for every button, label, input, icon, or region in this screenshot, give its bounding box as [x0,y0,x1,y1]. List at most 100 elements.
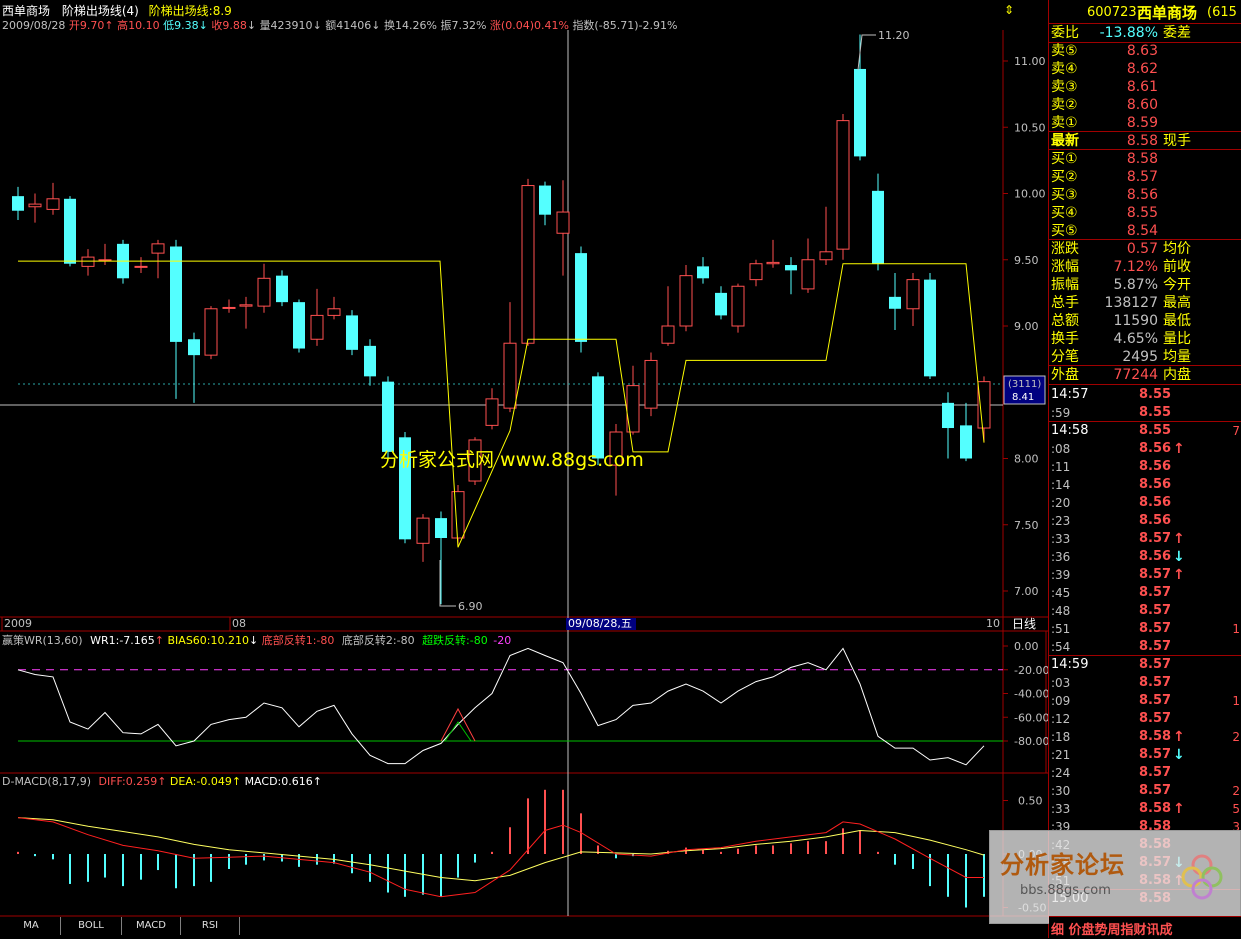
candle-body-10 [188,339,200,356]
max-leader [857,34,876,71]
panel-bottom-tab-labels[interactable]: 细 价盘势周指财讯成 [1051,919,1173,938]
macd-title: D-MACD(8,17,9) [2,775,91,788]
tick-volume: 1 [1232,694,1240,708]
tick-price: 8.57 [1139,675,1172,690]
stat-row-2-label: 振幅 [1051,277,1079,293]
candle-body-11 [204,308,218,356]
waipan-value: 77244 [1113,367,1158,383]
waipan-row: 外盘 77244 内盘 [1049,366,1241,384]
tick-row: :33 8.58 ↑ 5 [1049,800,1241,818]
candle-body-38 [679,275,693,327]
candle-body-36 [644,359,658,409]
period-label[interactable]: 日线 [1012,617,1036,631]
main-y-tick-2: 10.00 [1014,188,1046,201]
panel-name: 西单商场 [1137,4,1198,22]
sell-level-3: 卖③ 8.61 [1049,78,1241,96]
price-tag-top: (3111) [1008,379,1041,390]
wr-indicator-lines [17,647,1003,766]
sell-level-1-label: 卖① [1051,115,1078,131]
up-arrow-icon: ↑ [1173,441,1185,457]
latest-label: 最新 [1051,133,1079,149]
candle-body-45 [801,259,815,290]
tick-row: :33 8.57 ↑ [1049,530,1241,548]
tick-price: 8.57 [1139,693,1172,708]
oversold-value: 超跌反转:-80 [422,634,488,647]
min-leader [439,560,456,607]
main-y-tick-0: 11.00 [1014,55,1046,68]
tab-boll[interactable]: BOLL [61,917,122,935]
tick-price: 8.57 [1139,603,1172,618]
wr-y-tick-1: -20.00 [1014,664,1048,677]
buy-level-4: 买④ 8.55 [1049,204,1241,222]
stat-row-6-label: 分笔 [1051,349,1079,365]
tick-price: 8.56 [1139,513,1172,528]
macd-y-tick-0: 0.50 [1018,795,1043,808]
candle-body-30 [539,185,551,215]
wr-header: 赢策WR(13,60) WR1:-7.165↑ BIAS60:10.210↓ 底… [2,634,512,647]
tick-time: :14 [1051,478,1071,492]
buy-level-5-label: 买⑤ [1051,223,1078,239]
tab-rsi[interactable]: RSI [181,917,240,935]
wr-y-tick-0: 0.00 [1014,640,1039,653]
main-y-tick-3: 9.50 [1014,254,1039,267]
sell-level-2-value: 8.60 [1126,97,1158,113]
tick-row: :03 8.57 [1049,674,1241,692]
candle-body-19 [346,315,358,350]
tab-ma[interactable]: MA [2,917,61,935]
tick-row: :48 8.57 [1049,602,1241,620]
stat-row-0: 涨跌 0.57 均价 [1049,240,1241,258]
tick-volume: 5 [1232,802,1240,816]
tick-volume: 7 [1232,424,1240,438]
tick-price: 8.57 [1139,621,1172,636]
tick-volume: 1 [1232,622,1240,636]
panel-bottom-tabs[interactable]: 细 价盘势周指财讯成 [1049,916,1241,939]
stat-row-4-label: 总额 [1051,313,1079,329]
latest-price: 8.58 [1126,133,1158,149]
candle-body-28 [503,342,517,409]
tick-time: :23 [1051,514,1071,528]
stat-row-2-value: 5.87% [1113,277,1158,293]
candle-body-3 [64,198,76,264]
price-tag-bottom: 8.41 [1012,392,1034,403]
stat-row-5-label2: 量比 [1163,331,1191,347]
candle-body-42 [749,263,763,281]
neipan-label: 内盘 [1163,367,1191,383]
candle-body-1 [28,203,42,208]
down-arrow-icon: ↓ [1173,747,1185,763]
tick-price: 8.55 [1139,387,1172,402]
stat-row-0-label: 涨跌 [1051,241,1079,257]
stat-row-5: 换手 4.65% 量比 [1049,330,1241,348]
chart-area[interactable]: 西单商场 阶梯出场线(4) 阶梯出场线:8.9 2009/08/28 开9.70… [0,0,1048,938]
up-arrow-icon: ↑ [1173,531,1185,547]
tick-time: :33 [1051,802,1071,816]
tick-row: :36 8.56 ↓ [1049,548,1241,566]
candle-body-27 [485,398,499,426]
tick-price: 8.56 [1139,477,1172,492]
candle-body-39 [697,266,709,279]
tick-time: :45 [1051,586,1071,600]
tab-macd[interactable]: MACD [122,917,181,935]
tick-price: 8.57 [1139,567,1172,582]
stat-row-3-label2: 最高 [1163,295,1191,311]
candle-body-12 [222,306,236,309]
diff-line [17,817,984,898]
tick-volume: 2 [1232,784,1240,798]
sell-level-1: 卖① 8.59 [1049,114,1241,132]
stat-row-1-label2: 前收 [1163,259,1191,275]
main-y-tick-1: 10.50 [1014,121,1046,134]
tick-price: 8.58 [1139,729,1172,744]
tick-price: 8.56 [1139,459,1172,474]
stat-row-3: 总手 138127 最高 [1049,294,1241,312]
wr-y-tick-2: -40.00 [1014,688,1048,701]
x-label-08: 08 [232,617,246,630]
sell-level-3-value: 8.61 [1126,79,1158,95]
macd-value: MACD:0.616 [244,775,313,788]
tick-time: :12 [1051,712,1071,726]
candle-body-52 [924,279,936,377]
scroll-lock-icon[interactable]: ⇕ [1004,3,1014,17]
main-y-tick-8: 7.00 [1014,585,1039,598]
buy-level-4-value: 8.55 [1126,205,1158,221]
kline-svg[interactable]: 11.20 6.90 11.0010.5010.009.509.008.508.… [0,0,1048,938]
weicha-label: 委差 [1163,25,1191,41]
forum-url: bbs.88gs.com [1020,883,1111,898]
